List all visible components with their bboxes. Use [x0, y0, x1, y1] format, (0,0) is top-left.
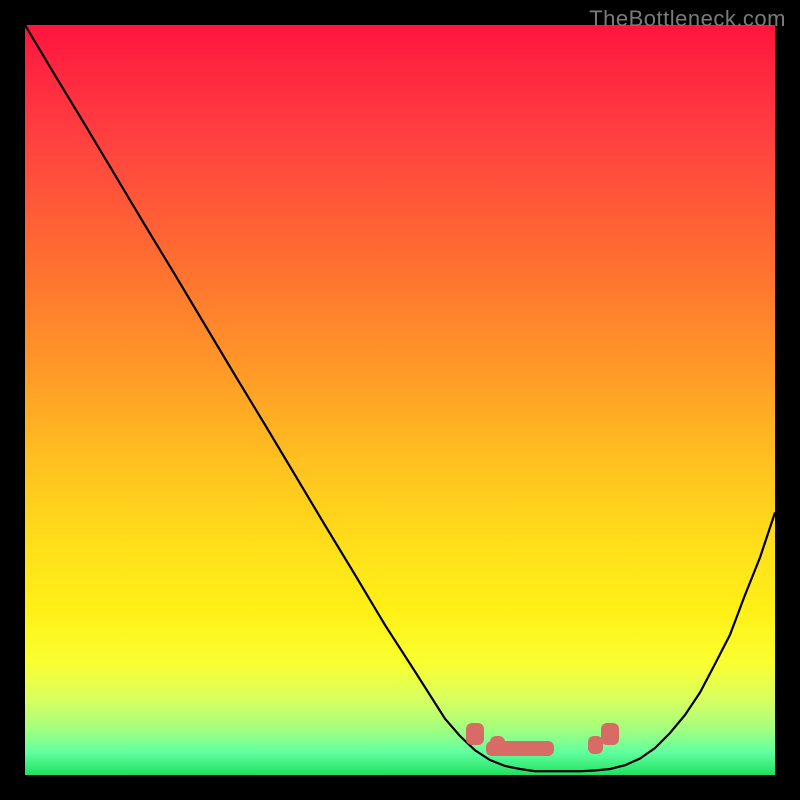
optimal-marker-layer	[25, 25, 775, 775]
optimal-marker	[601, 723, 620, 746]
optimal-marker	[466, 723, 485, 746]
watermark-text: TheBottleneck.com	[589, 6, 786, 32]
optimal-marker	[486, 741, 554, 756]
chart-plot-area	[25, 25, 775, 775]
